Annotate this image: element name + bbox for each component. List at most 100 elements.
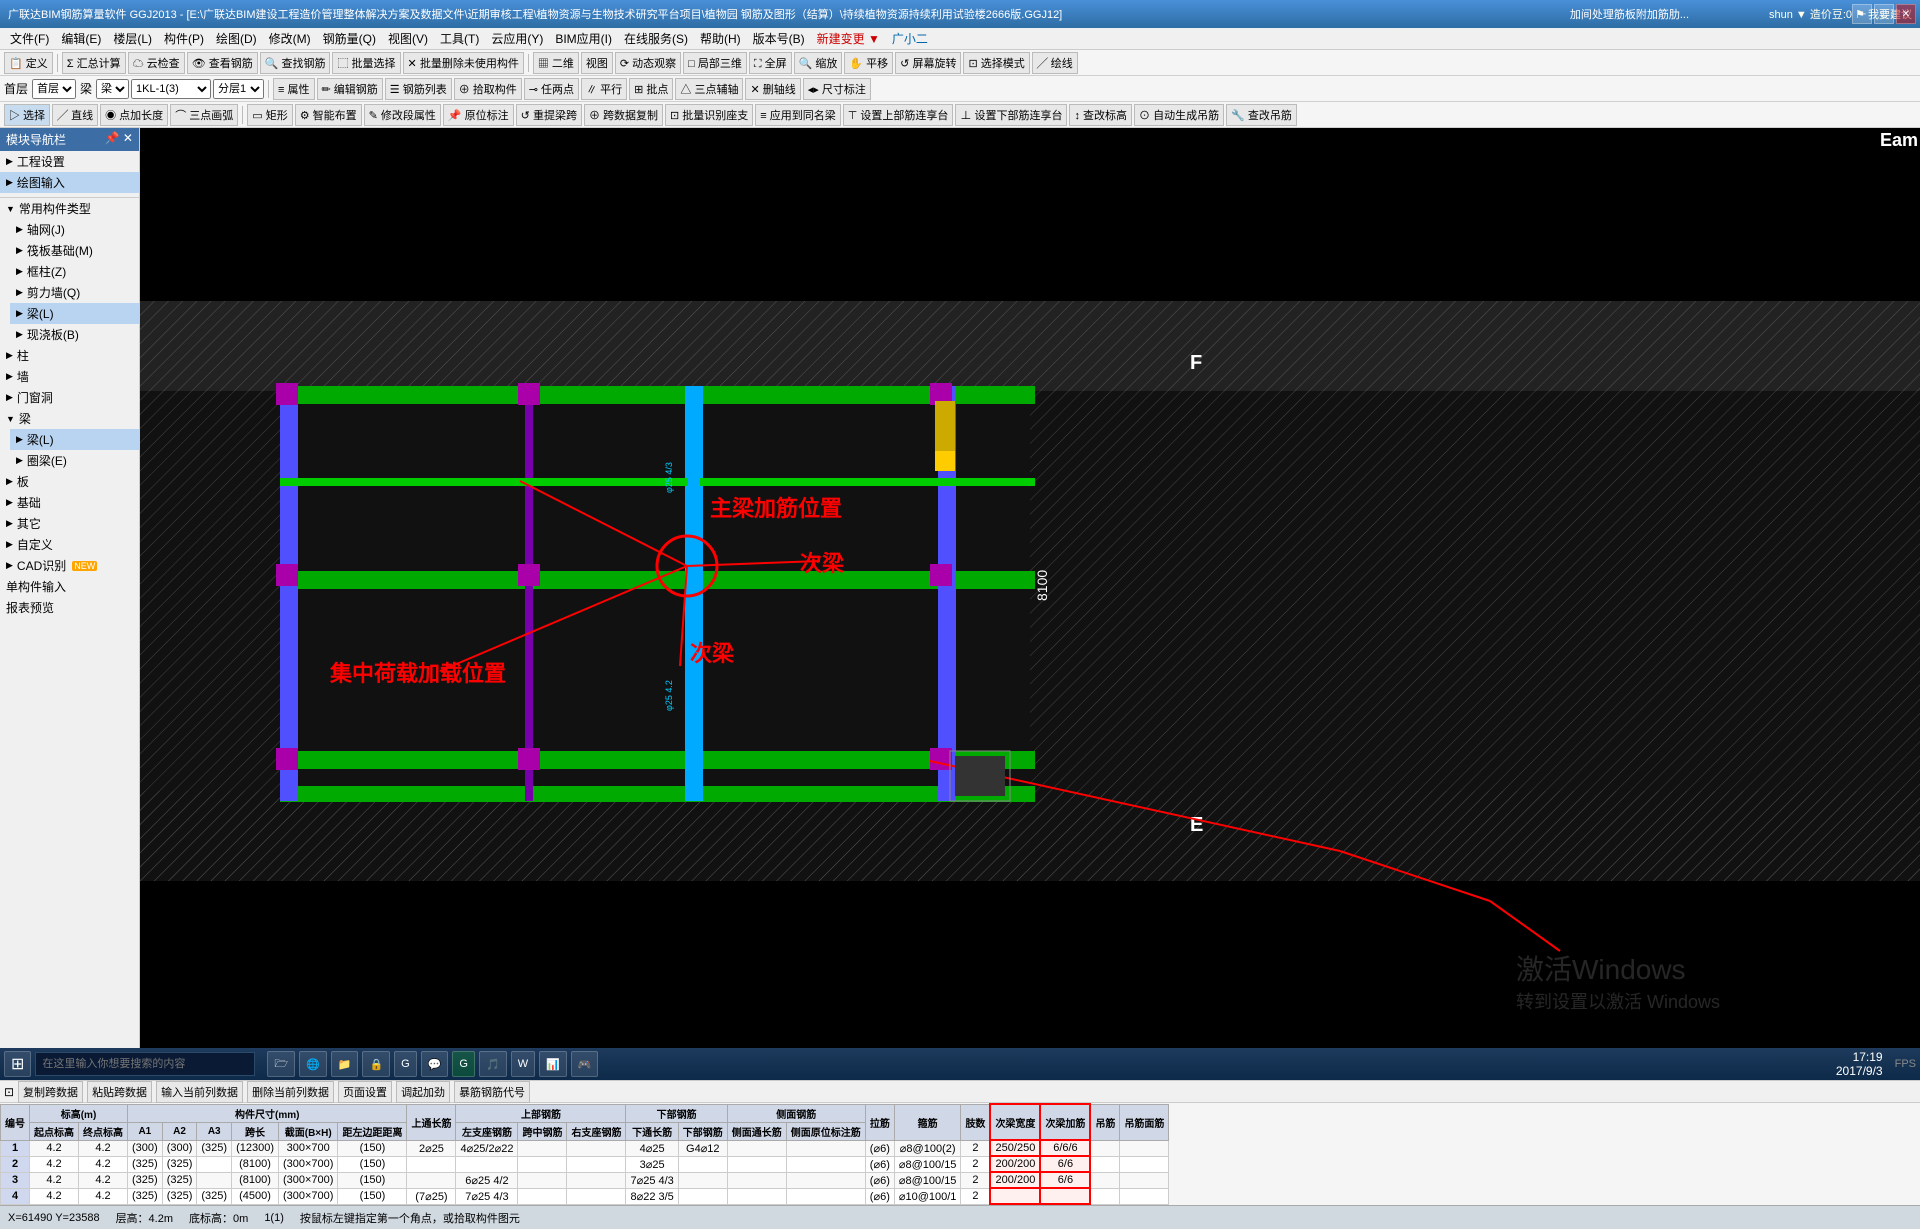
window-controls[interactable]: ─ □ ✕ xyxy=(1852,4,1916,24)
tree-beam-group[interactable]: ▼梁 xyxy=(0,408,139,429)
input-col-btn[interactable]: 输入当前列数据 xyxy=(156,1081,243,1103)
menu-modify[interactable]: 修改(M) xyxy=(263,28,317,49)
tree-column[interactable]: ▶框柱(Z) xyxy=(10,261,139,282)
menu-newchange[interactable]: 新建变更 ▼ xyxy=(811,28,886,49)
tree-opening-group[interactable]: ▶门窗洞 xyxy=(0,387,139,408)
menu-cloud[interactable]: 云应用(Y) xyxy=(485,28,549,49)
btn-cloud-check[interactable]: ☁ 云检查 xyxy=(128,52,185,74)
paste-span-data-btn[interactable]: 粘贴跨数据 xyxy=(87,1081,152,1103)
single-component-input[interactable]: 单构件输入 xyxy=(0,576,139,597)
data-table-container[interactable]: 编号 标高(m) 构件尺寸(mm) 上通长筋 上部钢筋 下部钢筋 侧面钢筋 拉筋… xyxy=(0,1103,1920,1205)
menu-bim[interactable]: BIM应用(I) xyxy=(549,28,618,49)
btn-change-hanger[interactable]: 🔧 查改吊筋 xyxy=(1226,104,1297,126)
btn-line[interactable]: ╱ 直线 xyxy=(52,104,98,126)
tree-axis[interactable]: ▶轴网(J) xyxy=(10,219,139,240)
table-row[interactable]: 24.24.2(325)(325)(8100)(300×700)(150)3⌀2… xyxy=(1,1156,1169,1172)
tree-slab-group[interactable]: ▶板 xyxy=(0,471,139,492)
taskbar-app-6[interactable]: 💬 xyxy=(421,1051,449,1077)
steel-code-btn[interactable]: 暴筋钢筋代号 xyxy=(454,1081,530,1103)
page-settings-btn[interactable]: 页面设置 xyxy=(338,1081,392,1103)
taskbar-app-10[interactable]: 📊 xyxy=(539,1051,567,1077)
btn-3point-arc[interactable]: ⌒ 三点画弧 xyxy=(170,104,238,126)
btn-local3d[interactable]: □ 局部三维 xyxy=(683,52,747,74)
beam-select[interactable]: 1KL-1(3) xyxy=(131,79,211,99)
tree-custom-group[interactable]: ▶自定义 xyxy=(0,534,139,555)
floor-select[interactable]: 分层1 xyxy=(213,79,264,99)
tree-other-group[interactable]: ▶其它 xyxy=(0,513,139,534)
btn-rect[interactable]: ▭ 矩形 xyxy=(247,104,292,126)
btn-3point-aux[interactable]: △ 三点辅轴 xyxy=(675,78,743,100)
copy-span-data-btn[interactable]: 复制跨数据 xyxy=(18,1081,83,1103)
btn-change-elev[interactable]: ↕ 查改标高 xyxy=(1069,104,1132,126)
sidebar-pin[interactable]: 📌 ✕ xyxy=(105,131,133,148)
taskbar-app-2[interactable]: 🌐 xyxy=(299,1051,327,1077)
close-button[interactable]: ✕ xyxy=(1896,4,1916,24)
tree-common-types[interactable]: ▼ 常用构件类型 xyxy=(0,198,139,219)
btn-rebar-list[interactable]: ☰ 钢筋列表 xyxy=(385,78,452,100)
btn-pan[interactable]: ✋ 平移 xyxy=(844,52,893,74)
menu-draw[interactable]: 绘图(D) xyxy=(210,28,263,49)
btn-batch-select[interactable]: ⬚ 批量选择 xyxy=(332,52,400,74)
btn-smart-layout[interactable]: ⚙ 智能布置 xyxy=(295,104,362,126)
btn-batch-delete[interactable]: ✕ 批量删除未使用构件 xyxy=(403,52,524,74)
btn-re-extract-span[interactable]: ↺ 重提梁跨 xyxy=(516,104,582,126)
tree-beam[interactable]: ▶梁(L) xyxy=(10,303,139,324)
btn-original-mark[interactable]: 📌 原位标注 xyxy=(443,104,514,126)
menu-view[interactable]: 视图(V) xyxy=(382,28,434,49)
btn-viewmode[interactable]: 视图 xyxy=(581,52,613,74)
table-row[interactable]: 44.24.2(325)(325)(325)(4500)(300×700)(15… xyxy=(1,1188,1169,1204)
btn-batch-recognize[interactable]: ⊡ 批量识别座支 xyxy=(665,104,753,126)
tree-cad-group[interactable]: ▶ CAD识别 NEW xyxy=(0,555,139,576)
tree-wall-group[interactable]: ▶墙 xyxy=(0,366,139,387)
tree-shearwall[interactable]: ▶剪力墙(Q) xyxy=(10,282,139,303)
btn-screen-rotate[interactable]: ↺ 屏幕旋转 xyxy=(895,52,961,74)
btn-pick[interactable]: ⊕ 拾取构件 xyxy=(454,78,522,100)
btn-fullscreen[interactable]: ⛶ 全屏 xyxy=(749,52,792,74)
btn-two-points[interactable]: ⊸ 任两点 xyxy=(524,78,579,100)
adj-start-btn[interactable]: 调起加劲 xyxy=(396,1081,450,1103)
menu-edit[interactable]: 编辑(E) xyxy=(55,28,107,49)
start-button[interactable]: ⊞ xyxy=(4,1051,31,1077)
btn-batch-point[interactable]: ⊞ 批点 xyxy=(629,78,673,100)
cad-canvas-area[interactable]: F E 8100 φ25 4/3 φ25 4.2 主梁加筋位置 次梁 次梁 集中… xyxy=(140,128,1920,1054)
btn-select[interactable]: ▷ 选择 xyxy=(4,104,50,126)
menu-help[interactable]: 帮助(H) xyxy=(694,28,747,49)
table-row[interactable]: 14.24.2(300)(300)(325)(12300)300×700(150… xyxy=(1,1140,1169,1156)
btn-apply-same[interactable]: ≡ 应用到同名梁 xyxy=(755,104,840,126)
type-select[interactable]: 梁 xyxy=(96,79,129,99)
menu-version[interactable]: 版本号(B) xyxy=(747,28,811,49)
btn-summary[interactable]: Σ 汇总计算 xyxy=(62,52,126,74)
taskbar-app-9[interactable]: W xyxy=(511,1051,535,1077)
taskbar-app-11[interactable]: 🎮 xyxy=(571,1051,599,1077)
del-col-btn[interactable]: 删除当前列数据 xyxy=(247,1081,334,1103)
btn-parallel[interactable]: ∥ 平行 xyxy=(581,78,627,100)
minimize-button[interactable]: ─ xyxy=(1852,4,1872,24)
menu-floor[interactable]: 楼层(L) xyxy=(107,28,158,49)
menu-component[interactable]: 构件(P) xyxy=(158,28,210,49)
nav-draw-input[interactable]: ▶ 绘图输入 xyxy=(0,172,139,193)
btn-set-bot-conn[interactable]: ⊥ 设置下部筋连享台 xyxy=(955,104,1067,126)
btn-point-length[interactable]: ◉ 点加长度 xyxy=(100,104,168,126)
taskbar-app-3[interactable]: 📁 xyxy=(331,1051,359,1077)
btn-define[interactable]: 📋 定义 xyxy=(4,52,53,74)
btn-copy-span[interactable]: ⊕ 跨数据复制 xyxy=(584,104,663,126)
taskbar-app-4[interactable]: 🔒 xyxy=(362,1051,390,1077)
btn-property[interactable]: ≡ 属性 xyxy=(273,78,314,100)
btn-draw-line[interactable]: ╱ 绘线 xyxy=(1032,52,1078,74)
btn-dim-note[interactable]: ◂▸ 尺寸标注 xyxy=(803,78,871,100)
btn-del-axis[interactable]: ✕ 删轴线 xyxy=(745,78,800,100)
menu-rebar[interactable]: 钢筋量(Q) xyxy=(317,28,382,49)
btn-dynamic[interactable]: ⟳ 动态观察 xyxy=(615,52,681,74)
btn-view-rebar[interactable]: 👁 查看钢筋 xyxy=(187,52,258,74)
tree-raft[interactable]: ▶筏板基础(M) xyxy=(10,240,139,261)
layer-select[interactable]: 首层 xyxy=(32,79,76,99)
btn-select-mode[interactable]: ⊡ 选择模式 xyxy=(963,52,1029,74)
search-input[interactable] xyxy=(35,1052,255,1076)
taskbar-app-8[interactable]: 🎵 xyxy=(479,1051,507,1077)
nav-project-settings[interactable]: ▶ 工程设置 xyxy=(0,151,139,172)
restore-button[interactable]: □ xyxy=(1874,4,1894,24)
btn-find-rebar[interactable]: 🔍 查找钢筋 xyxy=(260,52,331,74)
btn-set-top-conn[interactable]: ⊤ 设置上部筋连享台 xyxy=(843,104,954,126)
menu-assistant[interactable]: 广小二 xyxy=(886,28,934,49)
taskbar-app-1[interactable]: 🗁 xyxy=(267,1051,295,1077)
